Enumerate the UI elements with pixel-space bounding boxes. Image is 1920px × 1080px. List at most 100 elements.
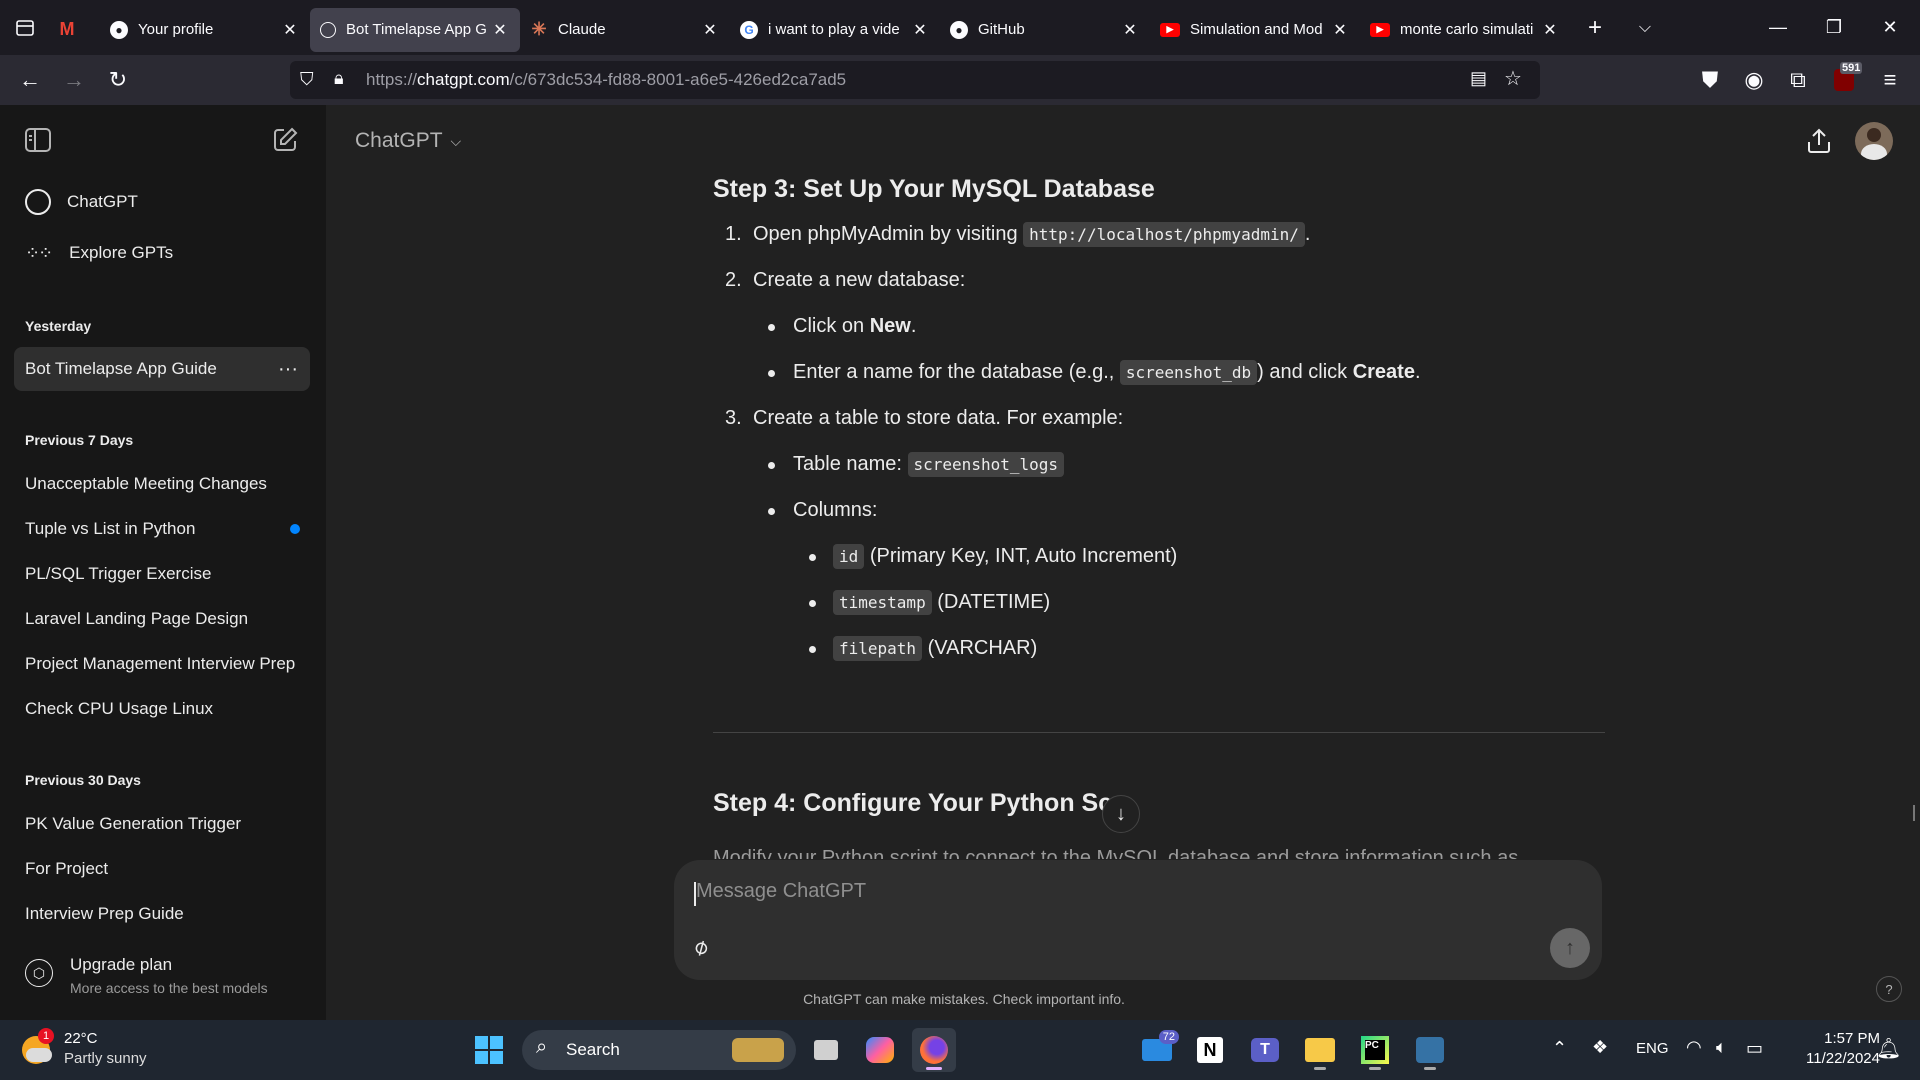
url-bar[interactable]: ⛉ 🔒︎ https://chatgpt.com/c/673dc534-fd88… bbox=[290, 61, 1540, 99]
scrollbar-thumb[interactable] bbox=[1913, 805, 1915, 821]
tab-google-search[interactable]: G i want to play a vide ✕ bbox=[730, 8, 940, 52]
language-indicator[interactable]: ENG bbox=[1636, 1040, 1669, 1057]
chat-title: Check CPU Usage Linux bbox=[25, 699, 214, 718]
menu-icon[interactable]: ≡ bbox=[1868, 60, 1912, 100]
chevron-down-icon: ⌵ bbox=[450, 132, 462, 149]
tab-gmail[interactable]: M bbox=[50, 8, 100, 52]
shield-icon[interactable]: ⛉ bbox=[300, 69, 314, 90]
sidebar-item-chat[interactable]: For Project bbox=[14, 847, 310, 891]
restore-icon[interactable]: ❐ bbox=[1806, 0, 1862, 55]
clock-date[interactable]: 11/22/2024 bbox=[1780, 1050, 1880, 1067]
windows-start-icon[interactable] bbox=[467, 1028, 511, 1072]
list-item: Columns: bbox=[793, 499, 878, 521]
forward-icon[interactable]: → bbox=[52, 60, 96, 100]
sidebar-item-chat[interactable]: Laravel Landing Page Design bbox=[14, 597, 310, 641]
account-icon[interactable]: ◉ bbox=[1732, 60, 1776, 100]
upgrade-plan-button[interactable]: ⬡ Upgrade plan More access to the best m… bbox=[14, 945, 310, 1005]
task-view-icon[interactable] bbox=[804, 1028, 848, 1072]
tab-title: Bot Timelapse App G bbox=[346, 21, 487, 38]
more-options-icon[interactable]: ··· bbox=[278, 358, 298, 381]
back-icon[interactable]: ← bbox=[8, 60, 52, 100]
gmail-icon: M bbox=[59, 19, 75, 39]
close-tab-icon[interactable]: ✕ bbox=[1120, 20, 1140, 40]
volume-icon[interactable]: 🔈︎ bbox=[1716, 1037, 1727, 1058]
tab-monte-carlo[interactable]: ▶ monte carlo simulati ✕ bbox=[1360, 8, 1570, 52]
clock-time[interactable]: 1:57 PM bbox=[1780, 1030, 1880, 1047]
list-item: Create a table to store data. For exampl… bbox=[753, 407, 1124, 429]
notifications-icon[interactable]: 🔔︎ bbox=[1876, 1036, 1901, 1061]
chat-title: PK Value Generation Trigger bbox=[25, 814, 242, 833]
close-tab-icon[interactable]: ✕ bbox=[280, 20, 300, 40]
bullet bbox=[768, 508, 775, 515]
sidebar-item-chat[interactable]: Unacceptable Meeting Changes bbox=[14, 462, 310, 506]
close-tab-icon[interactable]: ✕ bbox=[1540, 20, 1560, 40]
tab-bot-timelapse[interactable]: Bot Timelapse App G ✕ bbox=[310, 7, 520, 52]
tab-title: monte carlo simulati bbox=[1400, 21, 1534, 38]
tab-list-icon[interactable] bbox=[0, 0, 50, 55]
sidebar-item-explore-gpts[interactable]: ⁘⁘ Explore GPTs bbox=[14, 231, 310, 275]
model-selector[interactable]: ChatGPT ⌵ bbox=[355, 129, 461, 153]
share-icon[interactable] bbox=[1806, 127, 1832, 160]
bullet bbox=[809, 554, 816, 561]
taskbar-search[interactable]: ⌕ Search bbox=[522, 1030, 796, 1070]
help-button[interactable]: ? bbox=[1876, 976, 1902, 1002]
send-button[interactable]: ↑ bbox=[1550, 928, 1590, 968]
sidebar-item-chat[interactable]: PL/SQL Trigger Exercise bbox=[14, 552, 310, 596]
sidebar-item-chat[interactable]: Bot Timelapse App Guide ··· bbox=[14, 347, 310, 391]
sidebar-item-chat[interactable]: PK Value Generation Trigger bbox=[14, 802, 310, 846]
chat-title: For Project bbox=[25, 859, 109, 878]
sidebar-toggle-icon[interactable] bbox=[24, 127, 52, 158]
pycharm-icon[interactable]: PC bbox=[1353, 1028, 1397, 1072]
python-app-icon[interactable] bbox=[1408, 1028, 1452, 1072]
scroll-down-button[interactable]: ↓ bbox=[1102, 795, 1140, 833]
tab-claude[interactable]: ✳ Claude ✕ bbox=[520, 8, 730, 52]
attach-icon[interactable]: ⌀ bbox=[688, 932, 712, 961]
tray-overflow-icon[interactable]: ⌃ bbox=[1552, 1038, 1567, 1059]
sidebar-item-chat[interactable]: Tuple vs List in Python bbox=[14, 507, 310, 551]
bookmark-star-icon[interactable]: ☆ bbox=[1504, 66, 1522, 91]
message-input[interactable]: Message ChatGPT bbox=[696, 880, 866, 903]
sidebar-item-chat[interactable]: Interview Prep Guide bbox=[14, 892, 310, 936]
close-tab-icon[interactable]: ✕ bbox=[1330, 20, 1350, 40]
firefox-taskbar-icon[interactable] bbox=[912, 1028, 956, 1072]
tab-simulation[interactable]: ▶ Simulation and Mod ✕ bbox=[1150, 8, 1360, 52]
teams-icon[interactable]: T bbox=[1243, 1028, 1287, 1072]
extensions-icon[interactable]: ⧉ bbox=[1776, 60, 1820, 100]
new-tab-icon[interactable]: + bbox=[1570, 0, 1620, 55]
lock-icon[interactable]: 🔒︎ bbox=[334, 68, 344, 89]
sidebar-item-chat[interactable]: Project Management Interview Prep bbox=[14, 642, 310, 686]
list-item: timestamp (DATETIME) bbox=[833, 590, 1050, 615]
inline-code: id bbox=[833, 544, 865, 569]
wifi-icon[interactable]: ◠ bbox=[1686, 1037, 1702, 1058]
close-tab-icon[interactable]: ✕ bbox=[490, 20, 510, 40]
tab-github[interactable]: ● GitHub ✕ bbox=[940, 8, 1150, 52]
close-window-icon[interactable]: ✕ bbox=[1862, 0, 1918, 55]
reload-icon[interactable]: ↻ bbox=[96, 60, 140, 100]
dropbox-icon[interactable]: ❖ bbox=[1592, 1037, 1608, 1058]
sidebar-item-chat[interactable]: Check CPU Usage Linux bbox=[14, 687, 310, 731]
new-chat-icon[interactable] bbox=[272, 127, 298, 158]
file-explorer-icon[interactable] bbox=[1298, 1028, 1342, 1072]
chat-title: Tuple vs List in Python bbox=[25, 519, 196, 538]
copilot-icon[interactable] bbox=[858, 1028, 902, 1072]
close-tab-icon[interactable]: ✕ bbox=[910, 20, 930, 40]
model-name: ChatGPT bbox=[355, 129, 443, 152]
ublock-icon[interactable]: 591 bbox=[1822, 60, 1866, 100]
url-text[interactable]: https://chatgpt.com/c/673dc534-fd88-8001… bbox=[366, 70, 846, 90]
mail-icon[interactable]: 72 bbox=[1135, 1028, 1179, 1072]
youtube-icon: ▶ bbox=[1370, 22, 1390, 37]
close-tab-icon[interactable]: ✕ bbox=[700, 20, 720, 40]
tab-your-profile[interactable]: ● Your profile ✕ bbox=[100, 8, 310, 52]
sidebar-item-chatgpt[interactable]: ChatGPT bbox=[14, 180, 310, 224]
minimize-icon[interactable]: — bbox=[1750, 0, 1806, 55]
chevron-down-icon[interactable]: ⌵ bbox=[1620, 0, 1670, 55]
step3-heading: Step 3: Set Up Your MySQL Database bbox=[713, 175, 1155, 203]
notion-icon[interactable]: N bbox=[1188, 1028, 1232, 1072]
bullet bbox=[809, 646, 816, 653]
pocket-icon[interactable]: ⛊ bbox=[1688, 60, 1732, 100]
reader-view-icon[interactable]: ▤ bbox=[1470, 68, 1487, 89]
weather-widget[interactable]: 1 bbox=[22, 1028, 58, 1068]
battery-icon[interactable]: ▭ bbox=[1746, 1038, 1763, 1059]
avatar[interactable] bbox=[1855, 122, 1893, 160]
disclaimer-wrap: ChatGPT can make mistakes. Check importa… bbox=[326, 991, 1920, 1007]
